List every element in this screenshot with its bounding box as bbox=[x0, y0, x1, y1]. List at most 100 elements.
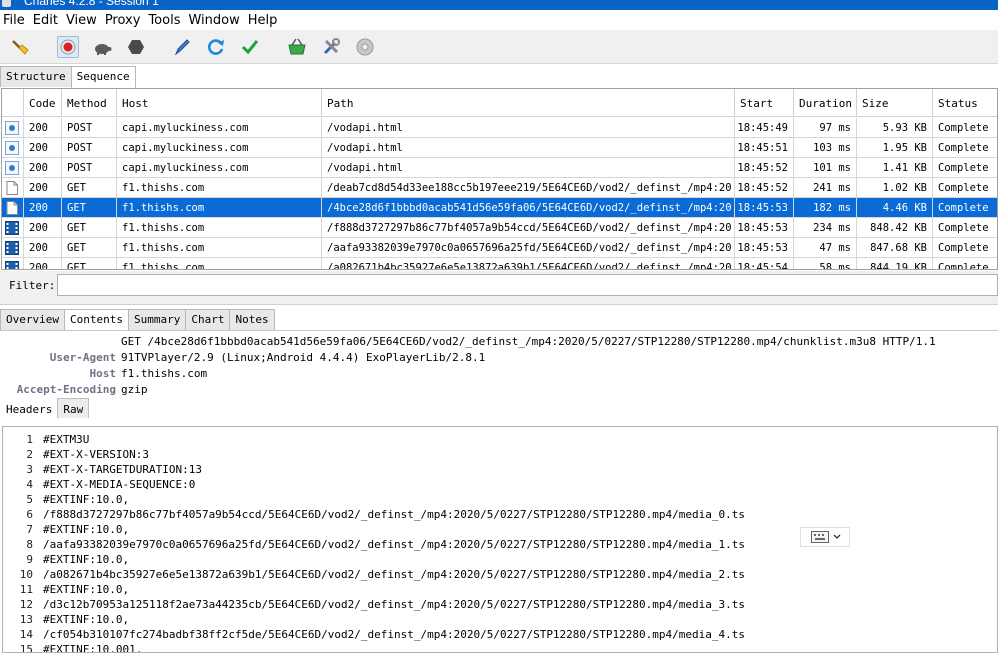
code-line: /a082671b4bc35927e6e5e13872a639b1/5E64CE… bbox=[43, 568, 745, 581]
broom-icon[interactable] bbox=[9, 36, 31, 58]
title-bar: Charles 4.2.8 - Session 1 bbox=[0, 0, 998, 10]
cell-method: POST bbox=[62, 158, 117, 178]
table-row[interactable]: 200 GET f1.thishs.com/4bce28d6f1bbbd0acab5… bbox=[2, 198, 997, 218]
cell-code: 200 bbox=[24, 258, 62, 269]
menu-help[interactable]: Help bbox=[248, 13, 278, 28]
tab-contents[interactable]: Contents bbox=[63, 309, 129, 331]
tab-chart[interactable]: Chart bbox=[185, 309, 231, 330]
table-row[interactable]: 200 GET f1.thishs.com/f888d3727297b86c77bf… bbox=[2, 218, 997, 238]
code-line: #EXTM3U bbox=[43, 433, 90, 446]
code-line: #EXTINF:10.0, bbox=[43, 493, 130, 506]
cell-code: 200 bbox=[24, 158, 62, 178]
cell-duration: 103 ms bbox=[794, 138, 857, 158]
post-icon bbox=[2, 138, 24, 158]
window-title: Charles 4.2.8 - Session 1 bbox=[24, 0, 159, 8]
cell-size: 848.42 KB bbox=[857, 218, 933, 238]
menu-proxy[interactable]: Proxy bbox=[105, 13, 141, 28]
line-number: 2 bbox=[26, 448, 33, 461]
cell-method: GET bbox=[62, 198, 117, 218]
tab-structure[interactable]: Structure bbox=[0, 66, 72, 87]
table-row[interactable]: 200 POST capi.myluckiness.com/vodapi.html 1… bbox=[2, 118, 997, 138]
menu-window[interactable]: Window bbox=[188, 13, 239, 28]
cell-size: 1.02 KB bbox=[857, 178, 933, 198]
cell-duration: 241 ms bbox=[794, 178, 857, 198]
cell-host: f1.thishs.com bbox=[117, 258, 322, 269]
cell-method: POST bbox=[62, 138, 117, 158]
cell-status: Complete bbox=[938, 162, 989, 174]
tools-icon[interactable] bbox=[320, 36, 342, 58]
tab-overview[interactable]: Overview bbox=[0, 309, 65, 330]
cell-code: 200 bbox=[24, 238, 62, 258]
line-number: 5 bbox=[26, 493, 33, 506]
menu-tools[interactable]: Tools bbox=[148, 13, 180, 28]
menu-edit[interactable]: Edit bbox=[33, 13, 58, 28]
cell-path: /f888d3727297b86c77bf4057a9b54ccd/5E64CE… bbox=[322, 218, 735, 238]
cell-path: /vodapi.html bbox=[322, 138, 735, 158]
cell-size: 1.41 KB bbox=[857, 158, 933, 178]
line-number: 12 bbox=[19, 598, 33, 611]
cell-path: /vodapi.html bbox=[322, 118, 735, 138]
header-code[interactable]: Code bbox=[24, 89, 62, 117]
line-number: 10 bbox=[19, 568, 33, 581]
checkmark-icon[interactable] bbox=[239, 36, 261, 58]
tab-sequence[interactable]: Sequence bbox=[70, 66, 136, 88]
cell-status: Complete bbox=[938, 142, 989, 154]
record-icon[interactable] bbox=[57, 36, 79, 58]
header-host[interactable]: Host bbox=[117, 89, 322, 117]
cell-start: 18:45:52 bbox=[735, 178, 794, 198]
code-line: #EXTINF:10.0, bbox=[43, 523, 130, 536]
header-size[interactable]: Size bbox=[857, 89, 933, 117]
header-status[interactable]: Status bbox=[933, 89, 997, 117]
table-row[interactable]: 200 GET f1.thishs.com/deab7cd8d54d33ee188c… bbox=[2, 178, 997, 198]
header-line: Accept-Encoding gzip bbox=[0, 383, 998, 397]
header-duration[interactable]: Duration bbox=[794, 89, 857, 117]
table-row[interactable]: 200 GET f1.thishs.com/aafa93382039e7970c0a… bbox=[2, 238, 997, 258]
header-start[interactable]: Start bbox=[735, 89, 794, 117]
cell-method: GET bbox=[62, 218, 117, 238]
line-number: 13 bbox=[19, 613, 33, 626]
refresh-icon[interactable] bbox=[205, 36, 227, 58]
cell-start: 18:45:53 bbox=[735, 198, 794, 218]
header-method[interactable]: Method bbox=[62, 89, 117, 117]
table-row[interactable]: 200 POST capi.myluckiness.com/vodapi.html 1… bbox=[2, 138, 997, 158]
header-path[interactable]: Path bbox=[322, 89, 735, 117]
line-number: 8 bbox=[26, 538, 33, 551]
hexagon-icon[interactable] bbox=[125, 36, 147, 58]
basket-icon[interactable] bbox=[286, 36, 308, 58]
code-line: #EXTINF:10.0, bbox=[43, 613, 130, 626]
tab-notes[interactable]: Notes bbox=[229, 309, 275, 330]
menu-view[interactable]: View bbox=[66, 13, 97, 28]
cell-code: 200 bbox=[24, 178, 62, 198]
tab-summary[interactable]: Summary bbox=[127, 309, 187, 330]
tab-raw[interactable]: Raw bbox=[57, 398, 90, 418]
cell-status: Complete bbox=[938, 262, 989, 270]
code-line: #EXT-X-MEDIA-SEQUENCE:0 bbox=[43, 478, 196, 491]
table-row[interactable]: 200 GET f1.thishs.com/a082671b4bc35927e6e5… bbox=[2, 258, 997, 270]
turtle-icon[interactable] bbox=[91, 36, 113, 58]
cell-host: capi.myluckiness.com bbox=[117, 138, 322, 158]
cell-duration: 58 ms bbox=[794, 258, 857, 269]
cell-duration: 182 ms bbox=[794, 198, 857, 218]
table-header: Code Method Host Path Start Duration Siz… bbox=[2, 89, 997, 117]
post-icon bbox=[2, 158, 24, 178]
line-number: 1 bbox=[26, 433, 33, 446]
keyboard-icon[interactable] bbox=[811, 531, 829, 543]
cell-method: GET bbox=[62, 178, 117, 198]
menu-file[interactable]: File bbox=[3, 13, 25, 28]
code-line: /d3c12b70953a125118f2ae73a44235cb/5E64CE… bbox=[43, 598, 745, 611]
pen-icon[interactable] bbox=[171, 36, 193, 58]
line-number: 14 bbox=[19, 628, 33, 641]
cell-method: GET bbox=[62, 258, 117, 269]
line-number: 9 bbox=[26, 553, 33, 566]
gear-icon[interactable] bbox=[354, 36, 376, 58]
cell-size: 844.19 KB bbox=[857, 258, 933, 269]
table-row[interactable]: 200 POST capi.myluckiness.com/vodapi.html 1… bbox=[2, 158, 997, 178]
filter-input[interactable] bbox=[57, 274, 998, 296]
document-icon bbox=[2, 178, 24, 198]
tab-headers[interactable]: Headers bbox=[0, 398, 59, 418]
cell-status: Complete bbox=[938, 122, 989, 134]
floating-toolbar[interactable] bbox=[800, 527, 850, 547]
cell-size: 4.46 KB bbox=[857, 198, 933, 218]
cell-status: Complete bbox=[938, 182, 989, 194]
chevron-down-icon[interactable] bbox=[833, 532, 841, 542]
